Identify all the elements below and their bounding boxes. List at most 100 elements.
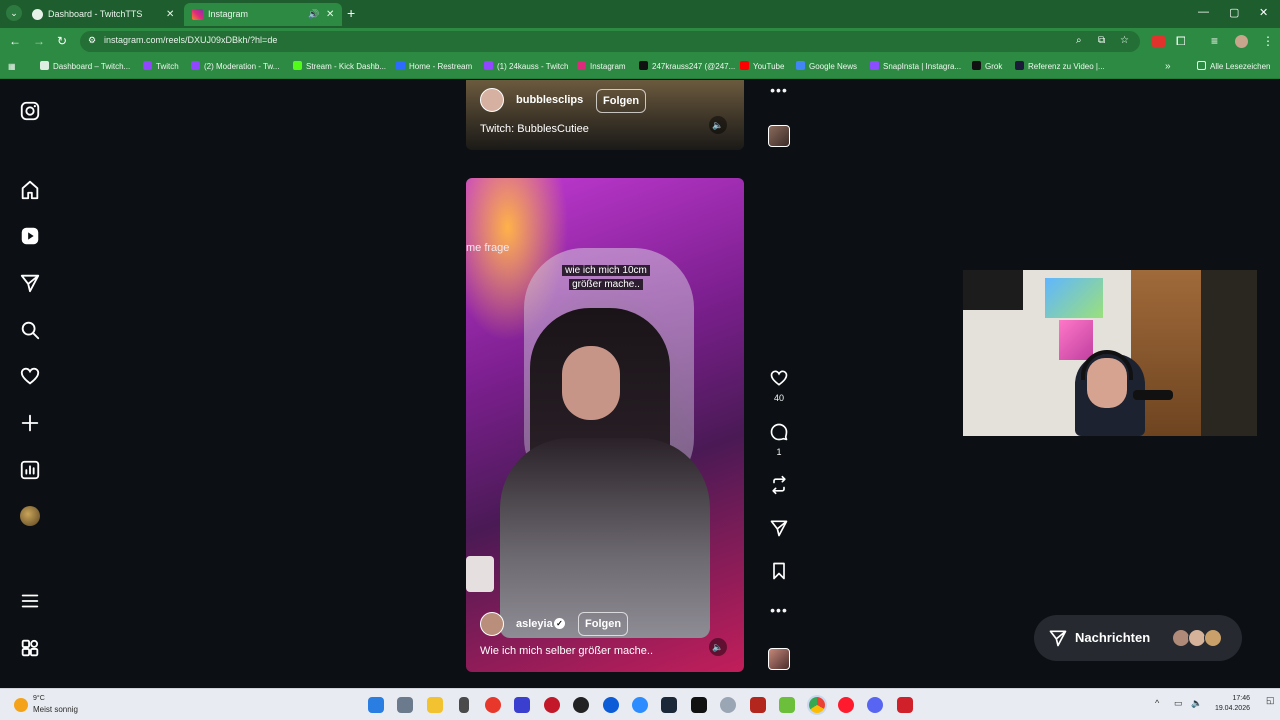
maximize-button[interactable]: ▢ xyxy=(1229,6,1239,19)
instagram-logo-icon[interactable] xyxy=(19,100,41,122)
like-heart-icon[interactable] xyxy=(769,368,789,388)
volume-icon[interactable]: 🔈 xyxy=(1191,698,1202,709)
weather-temperature[interactable]: 9°C xyxy=(33,695,45,702)
v-app-icon[interactable] xyxy=(514,697,530,713)
epic-games-icon[interactable] xyxy=(691,697,707,713)
forward-arrow-icon[interactable]: → xyxy=(33,34,45,48)
obs-icon[interactable] xyxy=(573,697,589,713)
site-info-icon[interactable]: ⚙ xyxy=(88,35,96,46)
flash-app-icon[interactable] xyxy=(485,697,501,713)
bookmark-item[interactable]: Grok xyxy=(972,61,1002,72)
playstation-icon[interactable] xyxy=(603,697,619,713)
bookmark-item[interactable]: (1) 24kauss - Twitch xyxy=(484,61,568,72)
tab-instagram[interactable]: Instagram 🔊 ✕ xyxy=(184,3,342,26)
bookmark-item[interactable]: Stream - Kick Dashb... xyxy=(293,61,386,72)
speaker-icon[interactable]: 🔊 xyxy=(308,3,319,26)
extensions-icon[interactable]: ⧠ xyxy=(1176,34,1186,48)
tray-overflow-icon[interactable]: ^ xyxy=(1155,698,1159,708)
audio-thumbnail[interactable] xyxy=(768,125,790,147)
minimize-button[interactable]: — xyxy=(1198,6,1209,18)
save-bookmark-icon[interactable] xyxy=(769,561,789,581)
follow-button[interactable]: Folgen xyxy=(596,89,647,113)
audio-thumbnail[interactable] xyxy=(768,648,790,670)
bookmark-item[interactable]: (2) Moderation - Tw... xyxy=(191,61,279,72)
url-text[interactable]: instagram.com/reels/DXUJ09xDBkh/?hl=de xyxy=(104,35,277,45)
recording-app-icon[interactable] xyxy=(544,697,560,713)
tab-dashboard[interactable]: Dashboard - TwitchTTS ✕ xyxy=(24,3,182,26)
file-explorer-icon[interactable] xyxy=(427,697,443,713)
bookmark-item[interactable]: YouTube xyxy=(740,61,784,72)
reload-icon[interactable]: ↻ xyxy=(57,34,67,48)
follow-button[interactable]: Folgen xyxy=(578,612,629,636)
speaker-icon[interactable]: 🔈 xyxy=(709,638,727,656)
bookmark-item[interactable]: Instagram xyxy=(577,61,626,72)
bookmark-star-icon[interactable]: ☆ xyxy=(1120,35,1129,46)
reel-description[interactable]: Wie ich mich selber größer mache.. xyxy=(480,645,653,657)
notification-bell-icon[interactable]: ◱ xyxy=(1266,695,1275,706)
dashboard-chart-icon[interactable] xyxy=(19,459,41,481)
install-icon[interactable]: ⧉ xyxy=(1098,35,1105,46)
menu-hamburger-icon[interactable] xyxy=(19,590,41,612)
current-reel-video[interactable]: me frage wie ich mich 10cm größer mache.… xyxy=(466,178,744,672)
reel-username[interactable]: bubblesclips xyxy=(516,94,583,106)
avatar[interactable] xyxy=(480,88,504,112)
streamlabs-icon[interactable] xyxy=(632,697,648,713)
discord-icon[interactable] xyxy=(867,697,883,713)
steam-icon[interactable] xyxy=(661,697,677,713)
repost-icon[interactable] xyxy=(769,475,789,495)
tv-app-icon[interactable] xyxy=(897,697,913,713)
all-bookmarks-button[interactable]: Alle Lesezeichen xyxy=(1197,61,1270,72)
browser-menu-icon[interactable]: ⋮ xyxy=(1262,34,1274,48)
speaker-icon[interactable]: 🔈 xyxy=(709,116,727,134)
direct-message-icon[interactable] xyxy=(19,272,41,294)
start-windows-icon[interactable] xyxy=(368,697,384,713)
opera-icon[interactable] xyxy=(838,697,854,713)
calculator-icon[interactable] xyxy=(397,697,413,713)
zoom-icon[interactable]: ⌕ xyxy=(1076,35,1082,46)
profile-avatar-icon[interactable] xyxy=(1235,35,1248,48)
settings-app-icon[interactable] xyxy=(720,697,736,713)
minecraft-icon[interactable] xyxy=(779,697,795,713)
apps-icon[interactable]: ▦ xyxy=(8,61,16,72)
bookmark-item[interactable]: SnapInsta | Instagra... xyxy=(870,61,961,72)
weather-sun-icon[interactable] xyxy=(14,698,28,712)
network-icon[interactable]: ▭ xyxy=(1174,698,1183,709)
bookmark-item[interactable]: 247krauss247 (@247... xyxy=(639,61,735,72)
bookmark-item[interactable]: Twitch xyxy=(143,61,179,72)
adblock-extension-icon[interactable] xyxy=(1152,35,1165,48)
close-window-button[interactable]: ✕ xyxy=(1259,6,1268,19)
avatar[interactable] xyxy=(480,612,504,636)
tiktok-icon xyxy=(639,61,648,70)
weather-description[interactable]: Meist sonnig xyxy=(33,705,78,714)
create-plus-icon[interactable] xyxy=(19,412,41,434)
bookmark-item[interactable]: Google News xyxy=(796,61,857,72)
home-icon[interactable] xyxy=(19,179,41,201)
game-app-icon[interactable] xyxy=(750,697,766,713)
media-controls-icon[interactable]: ≡ xyxy=(1211,34,1218,48)
bookmark-item[interactable]: Dashboard – Twitch... xyxy=(40,61,130,72)
tab-search-button[interactable]: ⌄ xyxy=(6,5,22,21)
more-options-icon[interactable]: ••• xyxy=(769,82,789,98)
heart-icon[interactable] xyxy=(19,365,41,387)
new-tab-button[interactable]: + xyxy=(347,5,355,21)
more-options-icon[interactable]: ••• xyxy=(769,602,789,618)
reel-username[interactable]: asleyia xyxy=(516,618,553,630)
previous-reel[interactable]: bubblesclips Folgen Twitch: BubblesCutie… xyxy=(466,80,744,150)
mouse-app-icon[interactable] xyxy=(459,697,469,713)
more-bookmarks-button[interactable]: » xyxy=(1165,61,1171,72)
url-bar[interactable]: ⚙ instagram.com/reels/DXUJ09xDBkh/?hl=de… xyxy=(80,31,1140,52)
also-from-meta-icon[interactable] xyxy=(19,637,41,659)
share-icon[interactable] xyxy=(769,518,789,538)
messages-button[interactable]: Nachrichten xyxy=(1034,615,1242,661)
reels-icon[interactable] xyxy=(19,225,41,247)
search-icon[interactable] xyxy=(19,319,41,341)
chrome-icon[interactable] xyxy=(809,697,825,713)
clock[interactable]: 17:46 19.04.2026 xyxy=(1210,694,1250,714)
tab-close-icon[interactable]: ✕ xyxy=(326,3,334,26)
tab-close-icon[interactable]: ✕ xyxy=(166,3,174,26)
bookmark-item[interactable]: Referenz zu Video |... xyxy=(1015,61,1105,72)
bookmark-item[interactable]: Home - Restream xyxy=(396,61,472,72)
back-arrow-icon[interactable]: ← xyxy=(9,34,21,48)
profile-avatar[interactable] xyxy=(20,506,40,526)
comment-icon[interactable] xyxy=(769,422,789,442)
